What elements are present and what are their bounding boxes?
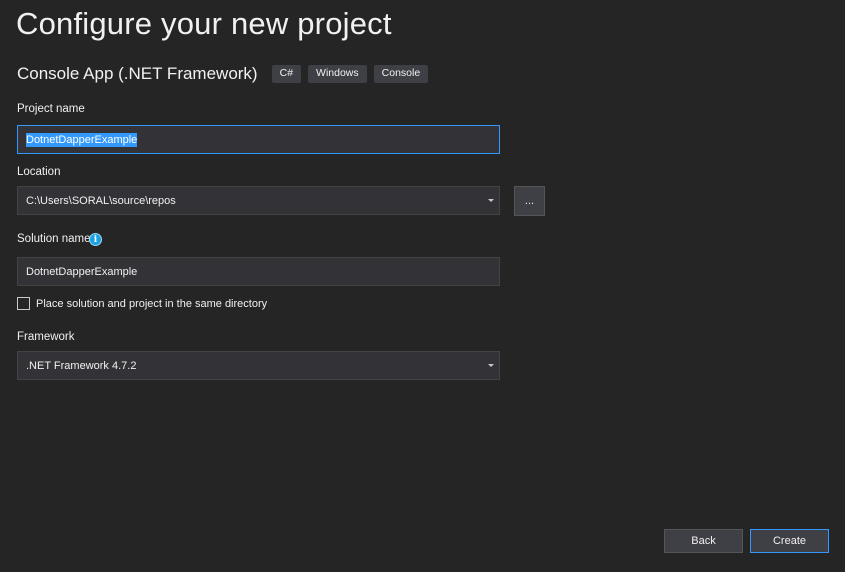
framework-select[interactable]: .NET Framework 4.7.2 <box>17 351 500 380</box>
template-name: Console App (.NET Framework) <box>17 64 258 83</box>
chevron-down-icon[interactable] <box>488 363 494 367</box>
location-label: Location <box>17 166 61 178</box>
back-button[interactable]: Back <box>664 529 743 553</box>
tag-language: C# <box>271 65 302 83</box>
create-button[interactable]: Create <box>750 529 829 553</box>
tag-platform: Windows <box>308 65 367 83</box>
project-name-value: DotnetDapperExample <box>26 132 138 147</box>
solution-name-input[interactable]: DotnetDapperExample <box>17 257 500 286</box>
info-icon[interactable]: i <box>89 233 102 246</box>
browse-location-button[interactable]: ... <box>514 186 545 216</box>
template-summary: Console App (.NET Framework) C# Windows … <box>17 64 435 84</box>
same-directory-label[interactable]: Place solution and project in the same d… <box>36 298 267 310</box>
chevron-down-icon[interactable] <box>488 198 494 202</box>
framework-value: .NET Framework 4.7.2 <box>26 359 137 372</box>
page-title: Configure your new project <box>16 6 392 41</box>
solution-name-label: Solution name <box>17 233 91 245</box>
same-directory-option[interactable]: Place solution and project in the same d… <box>17 297 267 310</box>
location-combobox[interactable]: C:\Users\SORAL\source\repos <box>17 186 500 215</box>
same-directory-checkbox[interactable] <box>17 297 30 310</box>
solution-name-value: DotnetDapperExample <box>26 265 138 278</box>
framework-label: Framework <box>17 331 75 343</box>
project-name-label: Project name <box>17 103 85 115</box>
location-value: C:\Users\SORAL\source\repos <box>26 194 176 207</box>
tag-project-type: Console <box>373 65 429 83</box>
project-name-input[interactable]: DotnetDapperExample <box>17 125 500 154</box>
